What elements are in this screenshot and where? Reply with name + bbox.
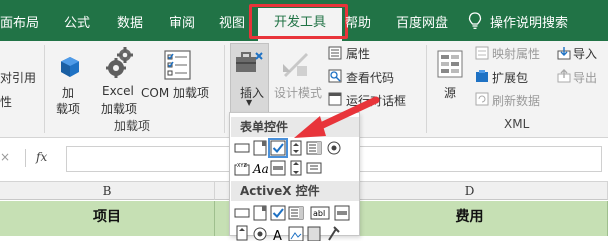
toolbox-icon: [236, 52, 263, 72]
group-label-xml: XML: [504, 117, 530, 131]
checkbox-control-icon[interactable]: [268, 138, 288, 158]
svg-text:XYZ: XYZ: [237, 163, 247, 169]
excel-addins-line2[interactable]: 加载项: [101, 100, 137, 117]
ribbon-tab-bar: 面布局 公式 数据 审阅 视图 开发工具 帮助 百度网盘 操作说明搜索: [0, 0, 608, 41]
com-addins-button[interactable]: COM 加载项: [141, 84, 209, 101]
tab-formulas[interactable]: 公式: [64, 12, 90, 31]
formula-bar-divider: [25, 149, 26, 167]
developer-tab-highlight: [249, 4, 348, 39]
tab-help[interactable]: 帮助: [345, 12, 371, 31]
activex-button-icon[interactable]: [234, 205, 250, 221]
cell-b-item[interactable]: 项目: [0, 201, 215, 236]
addins-button-line2[interactable]: 载项: [56, 100, 80, 117]
chevron-down-icon: ▼: [246, 98, 253, 107]
activex-option-button-icon[interactable]: [252, 225, 268, 241]
view-code-icon: [328, 69, 342, 83]
relative-reference-button[interactable]: 对引用: [0, 69, 36, 86]
gear-icon: [106, 47, 133, 78]
combo-box-control-icon[interactable]: [252, 140, 268, 156]
scroll-bar-control-icon[interactable]: [270, 160, 286, 176]
tab-view[interactable]: 视图: [219, 12, 245, 31]
design-mode-icon: [283, 53, 308, 77]
tab-baidu-netdisk[interactable]: 百度网盘: [396, 12, 448, 31]
tell-me-search[interactable]: 操作说明搜索: [490, 12, 568, 31]
activex-image-icon[interactable]: [288, 225, 304, 241]
group-separator: [426, 45, 427, 133]
cancel-entry-button[interactable]: ×: [0, 150, 10, 164]
map-properties-button[interactable]: 映射属性: [492, 45, 540, 62]
svg-text:abl: abl: [313, 209, 325, 218]
slider-control-icon[interactable]: [288, 160, 304, 176]
activex-more-controls-icon[interactable]: [326, 225, 342, 241]
cell-d-cost[interactable]: 费用: [332, 201, 608, 236]
expansion-packs-button[interactable]: 扩展包: [492, 69, 528, 86]
column-header-d[interactable]: D: [332, 182, 608, 200]
addins-button-line1[interactable]: 加: [62, 84, 74, 101]
insert-function-button[interactable]: fx: [36, 150, 47, 164]
macro-security-partial[interactable]: 性: [0, 93, 12, 110]
activex-combo-box-icon[interactable]: [252, 205, 268, 221]
export-button[interactable]: 导出: [573, 69, 597, 86]
expansion-pack-icon: [476, 70, 488, 82]
map-properties-icon: [475, 46, 489, 60]
activex-text-box-icon[interactable]: abl: [310, 205, 330, 221]
properties-icon: [328, 46, 342, 60]
refresh-data-button[interactable]: 刷新数据: [492, 92, 540, 109]
tab-review[interactable]: 审阅: [169, 12, 195, 31]
lightbulb-icon: [468, 12, 482, 29]
activex-scroll-bar-icon[interactable]: [334, 205, 350, 221]
column-header-b[interactable]: B: [0, 182, 215, 200]
svg-text:A: A: [273, 229, 282, 241]
activex-toggle-button-icon[interactable]: [306, 225, 322, 241]
group-box-control-icon[interactable]: XYZ: [234, 160, 250, 176]
view-code-button[interactable]: 查看代码: [346, 69, 394, 86]
activex-label-icon[interactable]: A: [270, 225, 286, 241]
checklist-icon: [164, 50, 191, 80]
activex-checkbox-icon[interactable]: [270, 205, 286, 221]
import-button[interactable]: 导入: [573, 45, 597, 62]
refresh-icon: [475, 92, 489, 106]
excel-addins-line1[interactable]: Excel: [102, 84, 134, 98]
svg-text:Aa: Aa: [252, 162, 268, 176]
group-separator: [224, 45, 225, 133]
xml-source-icon: [437, 50, 463, 78]
text-field-control-icon[interactable]: [306, 160, 322, 176]
button-control-icon[interactable]: [234, 140, 250, 156]
tab-page-layout[interactable]: 面布局: [0, 12, 39, 31]
import-icon: [557, 47, 571, 60]
addin-cube-icon: [61, 57, 79, 77]
properties-button[interactable]: 属性: [346, 45, 370, 62]
group-separator: [44, 45, 45, 133]
annotation-arrow: [294, 96, 380, 138]
xml-source-button[interactable]: 源: [444, 84, 456, 101]
export-icon: [557, 69, 571, 83]
activex-controls-header: ActiveX 控件: [231, 181, 359, 201]
activex-list-box-icon[interactable]: [288, 205, 304, 221]
label-control-icon[interactable]: Aa: [252, 160, 268, 176]
activex-spin-button-icon[interactable]: [234, 225, 250, 241]
group-label-addins: 加载项: [114, 119, 151, 133]
tab-data[interactable]: 数据: [117, 12, 143, 31]
